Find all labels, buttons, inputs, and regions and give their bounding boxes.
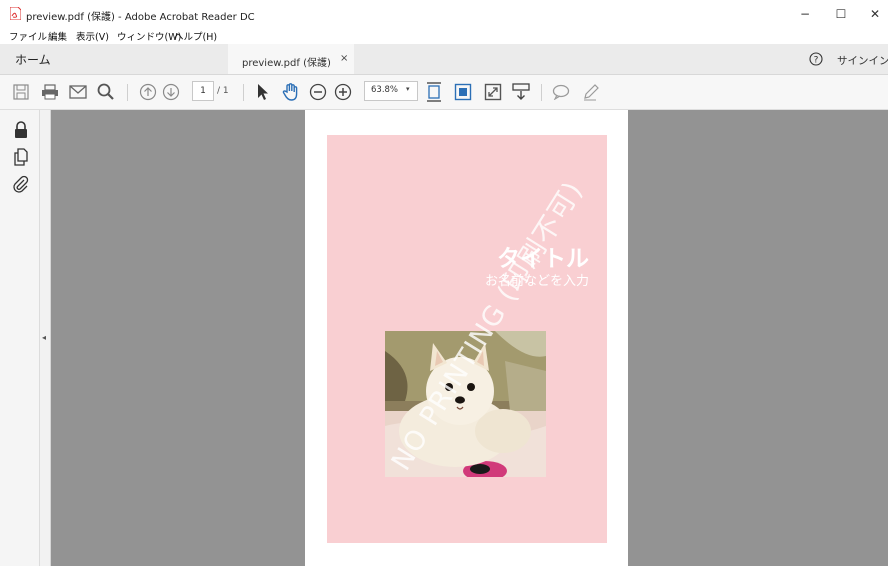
sign-pen-icon[interactable]	[580, 81, 602, 103]
page-number-input[interactable]: 1	[192, 81, 214, 101]
page-total: / 1	[217, 86, 229, 96]
lock-icon[interactable]	[12, 121, 30, 139]
pdf-file-icon	[10, 7, 21, 20]
zoom-in-icon[interactable]	[332, 81, 354, 103]
menu-file[interactable]: ファイル	[9, 29, 47, 43]
menu-help[interactable]: ヘルプ(H)	[174, 29, 217, 43]
print-icon[interactable]	[39, 81, 61, 103]
menu-view[interactable]: 表示(V)	[76, 29, 109, 43]
zoom-value: 63.8%	[371, 85, 399, 95]
close-window-button[interactable]: ✕	[860, 4, 888, 24]
document-viewer[interactable]: タイトル お名前などを入力 NO PRINTING (印刷不可)	[51, 110, 888, 566]
tab-document[interactable]: preview.pdf (保護) ×	[228, 44, 354, 74]
search-icon[interactable]	[95, 81, 117, 103]
question-circle-icon[interactable]: ?	[809, 52, 823, 66]
menu-window[interactable]: ウィンドウ(W)	[117, 29, 181, 43]
zoom-select[interactable]: 63.8% ▾	[364, 81, 418, 101]
chevron-down-icon: ▾	[406, 85, 410, 93]
title-bar: preview.pdf (保護) - Adobe Acrobat Reader …	[0, 0, 888, 28]
maximize-button[interactable]: ☐	[826, 4, 856, 24]
signin-button[interactable]: サインイン	[837, 53, 888, 68]
tab-close-button[interactable]: ×	[340, 53, 348, 64]
hand-tool-icon[interactable]	[280, 81, 302, 103]
tab-bar: ホーム preview.pdf (保護) × ? サインイン	[0, 44, 888, 75]
attachment-icon[interactable]	[12, 175, 30, 193]
zoom-out-icon[interactable]	[307, 81, 329, 103]
full-screen-icon[interactable]	[482, 81, 504, 103]
menu-bar: ファイル 編集 表示(V) ウィンドウ(W) ヘルプ(H)	[0, 28, 888, 44]
toolbar	[0, 75, 888, 110]
left-navigation-panel	[0, 110, 40, 566]
tab-home[interactable]: ホーム	[15, 51, 51, 68]
minimize-button[interactable]: −	[790, 4, 820, 24]
panel-collapse-handle[interactable]: ◂	[40, 110, 51, 566]
collapse-arrow-icon: ◂	[42, 333, 47, 342]
save-icon[interactable]	[10, 81, 32, 103]
pdf-page: タイトル お名前などを入力 NO PRINTING (印刷不可)	[305, 110, 628, 566]
select-pointer-icon[interactable]	[251, 81, 273, 103]
next-page-icon[interactable]	[160, 81, 182, 103]
fit-page-icon[interactable]	[423, 81, 445, 103]
copy-pages-icon[interactable]	[12, 148, 30, 166]
menu-edit[interactable]: 編集	[48, 29, 67, 43]
window-title: preview.pdf (保護) - Adobe Acrobat Reader …	[26, 12, 255, 23]
fit-width-icon[interactable]	[452, 81, 474, 103]
previous-page-icon[interactable]	[137, 81, 159, 103]
tab-document-label: preview.pdf (保護)	[242, 58, 331, 69]
scroll-mode-icon[interactable]	[510, 81, 532, 103]
svg-text:?: ?	[814, 56, 819, 66]
comment-icon[interactable]	[550, 81, 572, 103]
email-icon[interactable]	[67, 81, 89, 103]
